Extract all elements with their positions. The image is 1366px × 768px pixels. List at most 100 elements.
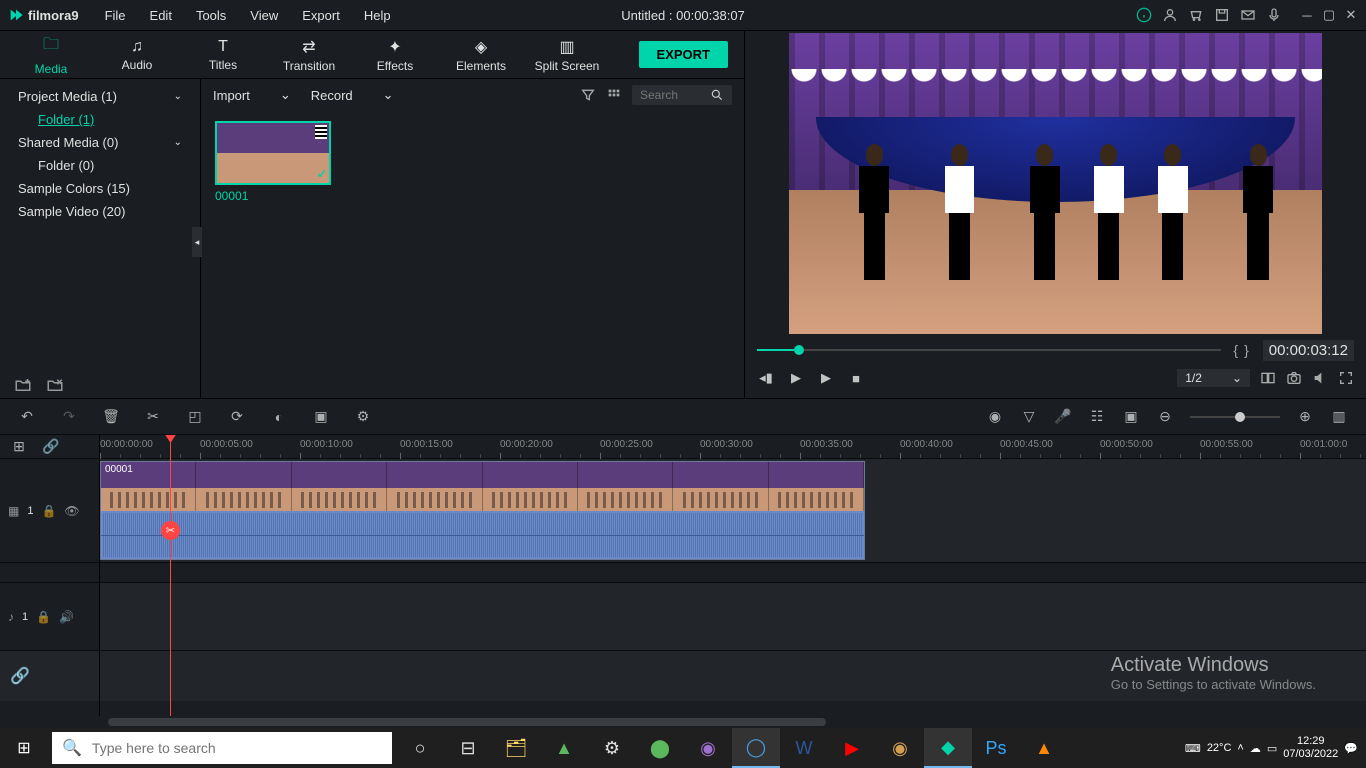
taskbar-clock[interactable]: 12:29 07/03/2022 bbox=[1283, 735, 1338, 761]
media-clip[interactable]: 00001 bbox=[215, 121, 331, 203]
audio-track-header[interactable]: ♪ 1 🔒 🔊 bbox=[0, 583, 99, 651]
cart-icon[interactable] bbox=[1188, 7, 1204, 23]
explorer-icon[interactable]: 🗂 bbox=[492, 728, 540, 768]
photoshop-icon[interactable]: Ps bbox=[972, 728, 1020, 768]
settings-icon[interactable]: ⚙ bbox=[588, 728, 636, 768]
tree-folder-1[interactable]: Folder (1) bbox=[0, 108, 200, 131]
snapshot-icon[interactable] bbox=[1286, 370, 1302, 386]
compare-icon[interactable] bbox=[1260, 370, 1276, 386]
edge-icon[interactable]: ◯ bbox=[732, 728, 780, 768]
prev-frame-button[interactable]: ◂▮ bbox=[757, 369, 775, 387]
tab-titles[interactable]: TTitles bbox=[180, 31, 266, 79]
zoom-out-button[interactable]: ⊖ bbox=[1156, 408, 1174, 426]
minimize-button[interactable]: ─ bbox=[1300, 8, 1314, 22]
tree-sample-video[interactable]: Sample Video (20) bbox=[0, 200, 200, 223]
tree-folder-0[interactable]: Folder (0) bbox=[0, 154, 200, 177]
app-icon-3[interactable]: ◉ bbox=[684, 728, 732, 768]
weather-temp[interactable]: 22°C bbox=[1207, 742, 1232, 754]
scissors-icon[interactable]: ✂ bbox=[161, 521, 180, 540]
timeline-ruler[interactable]: 00:00:00:0000:00:05:0000:00:10:0000:00:1… bbox=[100, 435, 1366, 459]
vlc-icon[interactable]: ▲ bbox=[1020, 728, 1068, 768]
zoom-fit-button[interactable]: ▥ bbox=[1330, 408, 1348, 426]
app-icon-2[interactable]: ⬤ bbox=[636, 728, 684, 768]
mark-out-icon[interactable]: } bbox=[1244, 342, 1249, 358]
taskbar-search-input[interactable] bbox=[92, 740, 382, 756]
tree-collapse-handle[interactable]: ◂ bbox=[192, 227, 202, 257]
marker-button[interactable]: ▽ bbox=[1020, 408, 1038, 426]
menu-view[interactable]: View bbox=[240, 4, 288, 27]
keyframe-button[interactable]: ▣ bbox=[1122, 408, 1140, 426]
tab-media[interactable]: 🗀Media bbox=[8, 31, 94, 79]
grid-view-icon[interactable] bbox=[606, 87, 622, 103]
word-icon[interactable]: W bbox=[780, 728, 828, 768]
save-icon[interactable] bbox=[1214, 7, 1230, 23]
tab-transition[interactable]: ⇄Transition bbox=[266, 31, 352, 79]
menu-file[interactable]: File bbox=[95, 4, 136, 27]
menu-tools[interactable]: Tools bbox=[186, 4, 236, 27]
redo-button[interactable]: ↷ bbox=[60, 408, 78, 426]
start-button[interactable]: ⊞ bbox=[0, 728, 48, 768]
delete-button[interactable]: 🗑 bbox=[102, 408, 120, 426]
lock-icon[interactable]: 🔒 bbox=[41, 504, 56, 518]
voiceover-button[interactable]: 🎤 bbox=[1054, 408, 1072, 426]
zoom-in-button[interactable]: ⊕ bbox=[1296, 408, 1314, 426]
tab-split-screen[interactable]: ▥Split Screen bbox=[524, 31, 610, 79]
tree-project-media[interactable]: Project Media (1)⌄ bbox=[0, 85, 200, 108]
record-dropdown[interactable]: Record⌄ bbox=[311, 87, 394, 103]
track-manager-icon[interactable]: ⊞ bbox=[10, 438, 28, 456]
cortana-icon[interactable]: ○ bbox=[396, 728, 444, 768]
tree-sample-colors[interactable]: Sample Colors (15) bbox=[0, 177, 200, 200]
playhead[interactable]: ✂ bbox=[170, 435, 171, 716]
lock-icon[interactable]: 🔒 bbox=[36, 610, 51, 624]
new-folder-icon[interactable] bbox=[14, 376, 32, 394]
adjust-button[interactable]: ⚙ bbox=[354, 408, 372, 426]
task-view-icon[interactable]: ⊟ bbox=[444, 728, 492, 768]
tray-chevron-icon[interactable]: ˄ bbox=[1237, 742, 1243, 754]
info-icon[interactable] bbox=[1136, 7, 1152, 23]
search-input[interactable] bbox=[640, 88, 710, 102]
play-button[interactable]: ▶ bbox=[787, 369, 805, 387]
timeline-clip[interactable]: 00001 bbox=[100, 461, 865, 560]
delete-folder-icon[interactable] bbox=[46, 376, 64, 394]
taskbar-search[interactable]: 🔍 bbox=[52, 732, 392, 764]
onedrive-icon[interactable]: ☁ bbox=[1250, 742, 1261, 755]
speed-button[interactable]: ⟳ bbox=[228, 408, 246, 426]
fullscreen-icon[interactable] bbox=[1338, 370, 1354, 386]
mark-in-icon[interactable]: { bbox=[1233, 342, 1238, 358]
app-icon-4[interactable]: ▶ bbox=[828, 728, 876, 768]
menu-edit[interactable]: Edit bbox=[140, 4, 182, 27]
preview-viewport[interactable] bbox=[789, 33, 1322, 334]
close-button[interactable]: ✕ bbox=[1344, 8, 1358, 22]
preview-seekbar[interactable]: {} 00:00:03:12 bbox=[753, 340, 1358, 360]
preview-quality-select[interactable]: 1/2⌄ bbox=[1177, 369, 1250, 387]
volume-icon[interactable] bbox=[1312, 370, 1328, 386]
split-button[interactable]: ✂ bbox=[144, 408, 162, 426]
account-icon[interactable] bbox=[1162, 7, 1178, 23]
audio-track[interactable] bbox=[100, 583, 1366, 651]
timeline-scrollbar[interactable] bbox=[0, 716, 1366, 728]
video-track-header[interactable]: ▦ 1 🔒 👁 bbox=[0, 459, 99, 563]
search-box[interactable] bbox=[632, 85, 732, 105]
color-button[interactable]: ◐ bbox=[270, 408, 288, 426]
zoom-slider[interactable] bbox=[1190, 416, 1280, 418]
menu-export[interactable]: Export bbox=[292, 4, 350, 27]
video-track[interactable]: 00001 bbox=[100, 459, 1366, 563]
stop-button[interactable]: ■ bbox=[847, 369, 865, 387]
undo-button[interactable]: ↶ bbox=[18, 408, 36, 426]
keyboard-icon[interactable]: ⌨ bbox=[1185, 742, 1201, 755]
tab-elements[interactable]: ◈Elements bbox=[438, 31, 524, 79]
link-icon[interactable]: 🔗 bbox=[10, 666, 30, 686]
tab-audio[interactable]: ♫Audio bbox=[94, 31, 180, 79]
link-icon[interactable]: 🔗 bbox=[42, 438, 60, 456]
seek-thumb[interactable] bbox=[794, 345, 804, 355]
mic-icon[interactable] bbox=[1266, 7, 1282, 23]
app-icon-1[interactable]: ▲ bbox=[540, 728, 588, 768]
mute-icon[interactable]: 🔊 bbox=[59, 610, 74, 624]
render-button[interactable]: ◉ bbox=[986, 408, 1004, 426]
import-dropdown[interactable]: Import⌄ bbox=[213, 87, 291, 103]
filmora-taskbar-icon[interactable]: ◆ bbox=[924, 728, 972, 768]
crop-button[interactable]: ◰ bbox=[186, 408, 204, 426]
next-frame-button[interactable]: ▶ bbox=[817, 369, 835, 387]
timeline-tracks[interactable]: 00:00:00:0000:00:05:0000:00:10:0000:00:1… bbox=[100, 435, 1366, 716]
mail-icon[interactable] bbox=[1240, 7, 1256, 23]
